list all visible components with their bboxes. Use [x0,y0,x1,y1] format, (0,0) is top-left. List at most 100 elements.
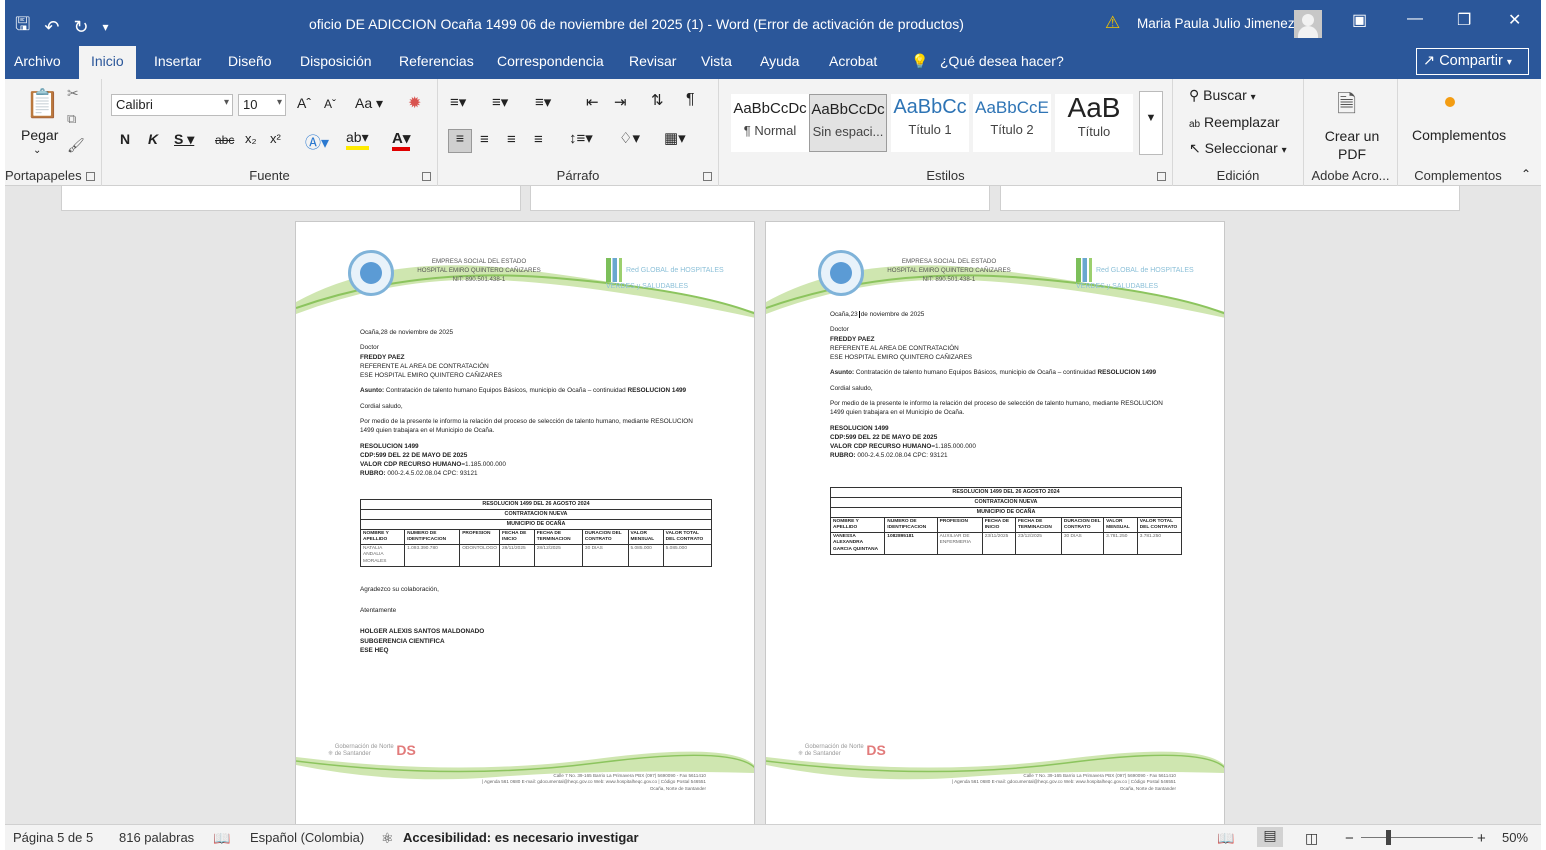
grow-font-icon[interactable]: Aˆ [297,95,311,111]
style-heading-2[interactable]: AaBbCcE Título 2 [973,94,1051,152]
style-title[interactable]: AaB Título [1055,92,1133,152]
copy-icon[interactable]: ⧉ [67,111,76,127]
tab-diseno[interactable]: Diseño [228,53,272,69]
borders-icon[interactable]: ▦▾ [664,129,686,147]
document-area[interactable]: EMPRESA SOCIAL DEL ESTADO HOSPITAL EMIRO… [5,186,1541,824]
zoom-in-icon[interactable]: + [1477,830,1486,847]
save-icon[interactable]: 🖫 [15,12,30,42]
redo-icon[interactable]: ↻ [73,17,88,38]
tab-disposicion[interactable]: Disposición [300,53,372,69]
tab-acrobat[interactable]: Acrobat [829,53,877,69]
document-page[interactable]: EMPRESA SOCIAL DEL ESTADO HOSPITAL EMIRO… [765,221,1225,824]
tab-correspondencia[interactable]: Correspondencia [497,53,604,69]
shading-icon[interactable]: ♢▾ [619,129,640,147]
table-cell: VANESSA ALEXANDRA GARCIA QUINTANA [829,532,886,555]
subject-resolution: RESOLUCION 1499 [1097,369,1157,377]
line-spacing-icon[interactable]: ↕≡▾ [569,129,593,147]
ribbon-display-icon[interactable]: ▣ [1352,10,1367,30]
styles-more-icon[interactable]: ▼ [1139,91,1163,155]
shrink-font-icon[interactable]: Aˇ [324,97,336,111]
read-mode-icon[interactable]: 📖 [1217,830,1234,847]
group-adobe: 🗎 Crear un PDF Adobe Acro... [1304,79,1398,186]
tab-ayuda[interactable]: Ayuda [760,53,799,69]
zoom-out-icon[interactable]: − [1345,830,1354,847]
numbering-icon[interactable]: ≡▾ [492,93,508,111]
clear-format-icon[interactable]: ✹ [408,93,421,113]
document-page[interactable]: EMPRESA SOCIAL DEL ESTADO HOSPITAL EMIRO… [295,221,755,824]
font-launcher-icon[interactable] [422,172,431,181]
tab-inicio[interactable]: Inicio [79,46,136,79]
font-name-combo[interactable]: Calibri ▾ [111,94,233,116]
style-no-spacing[interactable]: AaBbCcDc Sin espaci... [809,94,887,152]
underline-icon[interactable]: S ▾ [174,131,194,148]
increase-indent-icon[interactable]: ⇥ [614,93,627,111]
show-marks-icon[interactable]: ¶ [686,91,695,109]
recipient-org: ESE HOSPITAL EMIRO QUINTERO CAÑIZARES [360,372,503,380]
cut-icon[interactable]: ✂ [67,85,79,102]
zoom-level[interactable]: 50% [1502,830,1528,845]
styles-launcher-icon[interactable] [1157,172,1166,181]
align-center-icon[interactable]: ≡ [480,131,489,148]
text-effects-icon[interactable]: Ⓐ▾ [305,129,329,153]
collapse-ribbon-icon[interactable]: ⌃ [1521,167,1531,181]
warning-icon[interactable]: ⚠ [1105,13,1120,33]
page-count[interactable]: Página 5 de 5 [13,830,93,845]
paste-icon[interactable]: 📋 [25,87,60,120]
italic-icon[interactable]: K [148,131,158,147]
select-button[interactable]: ↖ Seleccionar ▾ [1189,140,1287,157]
addins-icon[interactable] [1445,97,1455,107]
strikethrough-icon[interactable]: abc [215,133,234,147]
bullets-icon[interactable]: ≡▾ [450,93,466,111]
accessibility-status[interactable]: Accesibilidad: es necesario investigar [403,830,639,845]
style-heading-1[interactable]: AaBbCc Título 1 [891,94,969,152]
create-pdf-button[interactable]: Crear un PDF [1322,127,1382,163]
change-case-icon[interactable]: Aa ▾ [355,95,383,112]
rubro-line: RUBRO: 000-2.4.5.02.08.04 CPC: 93121 [830,451,1170,460]
find-button[interactable]: ⚲ Buscar ▾ [1189,87,1256,104]
paragraph-launcher-icon[interactable] [703,172,712,181]
font-size-combo[interactable]: 10 ▾ [238,94,286,116]
tab-revisar[interactable]: Revisar [629,53,676,69]
superscript-icon[interactable]: x² [270,131,281,146]
clipboard-launcher-icon[interactable] [86,172,95,181]
undo-icon[interactable]: ↶ [44,17,59,38]
justify-icon[interactable]: ≡ [534,131,543,148]
web-layout-icon[interactable]: ◫ [1305,830,1318,847]
sort-icon[interactable]: ⇅ [651,91,664,109]
style-normal[interactable]: AaBbCcDc ¶ Normal [731,94,809,152]
share-button[interactable]: ↗ Compartir ▾ [1416,48,1529,75]
tab-insertar[interactable]: Insertar [154,53,201,69]
zoom-slider[interactable] [1361,837,1473,838]
word-count[interactable]: 816 palabras [119,830,194,845]
multilevel-list-icon[interactable]: ≡▾ [535,93,551,111]
align-left-icon[interactable]: ≡ [448,129,472,153]
tab-vista[interactable]: Vista [701,53,732,69]
customize-qat-icon[interactable]: ▾ [103,20,109,34]
tell-me-input[interactable]: ¿Qué desea hacer? [940,53,1064,69]
paste-button[interactable]: Pegar [21,127,58,143]
user-name[interactable]: Maria Paula Julio Jimenez [1137,16,1295,31]
restore-icon[interactable]: ❐ [1457,10,1471,30]
accessibility-icon[interactable]: ⚛ [381,830,394,847]
language[interactable]: Español (Colombia) [250,830,364,845]
style-preview: AaBbCcE [975,98,1049,117]
pdf-icon[interactable]: 🗎 [1337,87,1356,128]
close-icon[interactable]: ✕ [1508,10,1521,30]
decrease-indent-icon[interactable]: ⇤ [586,93,599,111]
font-color-icon[interactable]: A▾ [392,129,411,151]
highlight-icon[interactable]: ab▾ [346,129,369,150]
minimize-icon[interactable]: — [1407,10,1423,28]
format-painter-icon[interactable]: 🖌 [67,137,85,154]
print-layout-icon[interactable]: ▤ [1257,827,1283,847]
align-right-icon[interactable]: ≡ [507,131,516,148]
paste-dropdown-icon[interactable]: ⌄ [33,145,41,156]
bold-icon[interactable]: N [120,131,130,147]
addins-button[interactable]: Complementos [1412,127,1506,143]
tab-archivo[interactable]: Archivo [14,53,61,69]
subscript-icon[interactable]: x₂ [245,131,257,146]
replace-button[interactable]: ab Reemplazar [1189,114,1280,130]
avatar[interactable] [1294,10,1322,38]
zoom-slider-thumb[interactable] [1386,830,1391,845]
tab-referencias[interactable]: Referencias [399,53,474,69]
proofing-icon[interactable]: 📖 [213,830,230,847]
